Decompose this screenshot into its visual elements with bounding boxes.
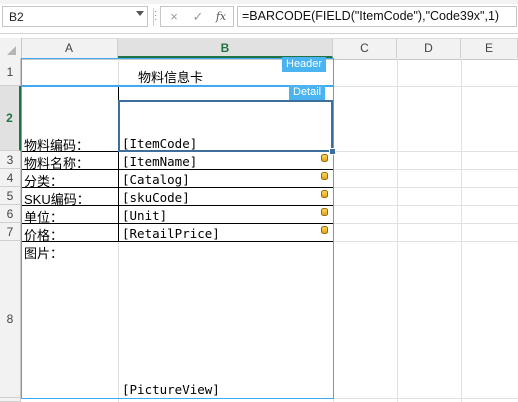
enter-icon[interactable]: ✓ (187, 7, 209, 26)
column-header-c[interactable]: C (333, 38, 397, 58)
formula-input[interactable]: =BARCODE(FIELD("ItemCode"),"Code39x",1) (237, 6, 517, 27)
name-box[interactable]: B2 (2, 6, 148, 27)
row-header-2[interactable]: 2 (0, 86, 21, 151)
column-header-b[interactable]: B (118, 38, 333, 58)
fill-handle[interactable] (329, 148, 336, 155)
column-header-a[interactable]: A (21, 38, 118, 58)
name-box-dropdown-icon[interactable] (136, 11, 144, 16)
row-header-6[interactable]: 6 (0, 205, 21, 223)
row-header-1[interactable]: 1 (0, 58, 21, 86)
select-all-icon[interactable] (7, 46, 16, 55)
insert-function-icon[interactable]: fx (210, 7, 232, 26)
column-header-d[interactable]: D (397, 38, 461, 58)
column-header-e[interactable]: E (461, 38, 518, 58)
row-header-5[interactable]: 5 (0, 187, 21, 205)
gridline (397, 58, 398, 402)
row-header-9[interactable] (0, 398, 21, 402)
cancel-icon[interactable]: × (163, 7, 185, 26)
selected-cell-b2[interactable] (118, 100, 333, 152)
row-header-8[interactable]: 8 (0, 241, 21, 398)
row-header-3[interactable]: 3 (0, 151, 21, 169)
header-range-tag[interactable]: Header (282, 57, 327, 72)
row-header-7[interactable]: 7 (0, 223, 21, 241)
detail-range-tag[interactable]: Detail (289, 85, 326, 100)
formula-buttons: × ✓ fx (160, 6, 234, 27)
gridline (461, 58, 462, 402)
row-header-4[interactable]: 4 (0, 169, 21, 187)
